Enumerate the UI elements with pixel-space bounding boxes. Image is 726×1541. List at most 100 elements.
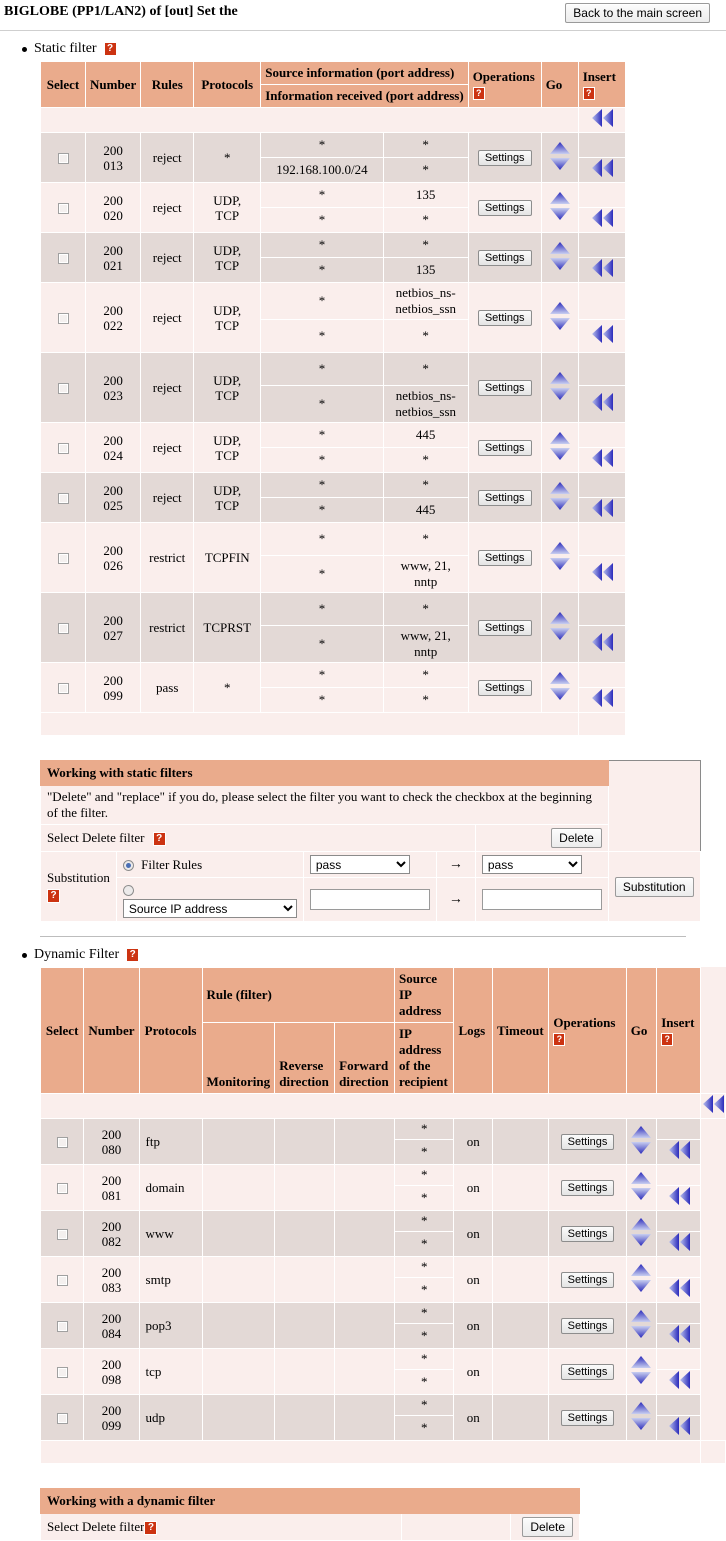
row-operations-cell[interactable]: Settings: [548, 1118, 627, 1165]
row-insert-cell[interactable]: [577, 157, 626, 183]
row-select-checkbox[interactable]: [57, 203, 69, 215]
filter-rules-radio[interactable]: [122, 860, 134, 872]
row-go-cell[interactable]: [540, 182, 579, 233]
settings-button[interactable]: Settings: [560, 1410, 615, 1426]
row-insert-cell[interactable]: [656, 1231, 701, 1257]
row-go-cell[interactable]: [625, 1164, 658, 1211]
rule-to-select[interactable]: passrejectrestrict: [481, 855, 582, 874]
row-go-cell[interactable]: [625, 1210, 658, 1257]
row-operations-cell[interactable]: Settings: [548, 1256, 627, 1303]
row-insert-cell[interactable]: [577, 555, 626, 593]
row-select-cell[interactable]: [39, 1302, 85, 1349]
settings-button[interactable]: Settings: [477, 310, 532, 326]
help-icon[interactable]: ?: [582, 87, 595, 101]
row-select-checkbox[interactable]: [56, 1321, 68, 1333]
row-operations-cell[interactable]: Settings: [548, 1348, 627, 1395]
row-insert-cell[interactable]: [656, 1185, 701, 1211]
row-select-checkbox[interactable]: [57, 313, 69, 325]
settings-button[interactable]: Settings: [477, 680, 532, 696]
row-select-checkbox[interactable]: [57, 153, 69, 165]
help-icon[interactable]: ?: [103, 42, 117, 56]
rule-from-select[interactable]: passrejectrestrict: [309, 855, 410, 874]
row-select-cell[interactable]: [39, 1118, 85, 1165]
row-go-cell[interactable]: [625, 1118, 658, 1165]
row-operations-cell[interactable]: Settings: [548, 1302, 627, 1349]
row-insert-cell[interactable]: [656, 1369, 701, 1395]
row-select-cell[interactable]: [40, 472, 86, 523]
row-insert-cell[interactable]: [656, 1323, 701, 1349]
settings-button[interactable]: Settings: [560, 1318, 615, 1334]
value-from-input[interactable]: [309, 889, 430, 910]
row-operations-cell[interactable]: Settings: [467, 472, 542, 523]
row-go-cell[interactable]: [540, 592, 579, 663]
insert-row-arrow-cell[interactable]: [577, 107, 626, 133]
row-select-checkbox[interactable]: [57, 683, 69, 695]
help-icon[interactable]: ?: [661, 1033, 674, 1047]
row-go-cell[interactable]: [540, 132, 579, 183]
row-select-cell[interactable]: [40, 282, 86, 353]
row-operations-cell[interactable]: Settings: [467, 352, 542, 423]
help-icon[interactable]: ?: [553, 1033, 566, 1047]
row-select-checkbox[interactable]: [57, 253, 69, 265]
row-select-checkbox[interactable]: [57, 553, 69, 565]
settings-button[interactable]: Settings: [477, 200, 532, 216]
delete-dynamic-button[interactable]: Delete: [522, 1517, 573, 1537]
field-select[interactable]: Source IP addressDestination IP addressP…: [122, 899, 297, 918]
row-select-cell[interactable]: [40, 662, 86, 713]
row-select-checkbox[interactable]: [57, 443, 69, 455]
row-select-cell[interactable]: [39, 1164, 85, 1211]
row-select-cell[interactable]: [39, 1256, 85, 1303]
row-select-checkbox[interactable]: [56, 1229, 68, 1241]
row-operations-cell[interactable]: Settings: [467, 662, 542, 713]
row-operations-cell[interactable]: Settings: [548, 1164, 627, 1211]
settings-button[interactable]: Settings: [477, 550, 532, 566]
insert-row-arrow-cell[interactable]: [700, 1093, 726, 1119]
row-insert-cell[interactable]: [656, 1277, 701, 1303]
row-operations-cell[interactable]: Settings: [548, 1210, 627, 1257]
row-go-cell[interactable]: [625, 1394, 658, 1441]
row-select-checkbox[interactable]: [57, 493, 69, 505]
settings-button[interactable]: Settings: [477, 150, 532, 166]
row-go-cell[interactable]: [540, 282, 579, 353]
settings-button[interactable]: Settings: [560, 1226, 615, 1242]
row-insert-cell[interactable]: [577, 687, 626, 713]
row-select-checkbox[interactable]: [56, 1137, 68, 1149]
row-insert-cell[interactable]: [656, 1415, 701, 1441]
row-go-cell[interactable]: [540, 472, 579, 523]
row-insert-cell[interactable]: [577, 447, 626, 473]
row-insert-cell[interactable]: [577, 625, 626, 663]
help-icon[interactable]: ?: [126, 948, 140, 962]
row-operations-cell[interactable]: Settings: [467, 422, 542, 473]
row-insert-cell[interactable]: [656, 1139, 701, 1165]
row-select-cell[interactable]: [40, 232, 86, 283]
row-go-cell[interactable]: [540, 232, 579, 283]
row-operations-cell[interactable]: Settings: [467, 182, 542, 233]
row-go-cell[interactable]: [625, 1256, 658, 1303]
row-insert-cell[interactable]: [577, 497, 626, 523]
row-select-cell[interactable]: [40, 352, 86, 423]
settings-button[interactable]: Settings: [477, 490, 532, 506]
settings-button[interactable]: Settings: [560, 1134, 615, 1150]
settings-button[interactable]: Settings: [560, 1272, 615, 1288]
value-to-input[interactable]: [481, 889, 602, 910]
row-select-cell[interactable]: [40, 522, 86, 593]
row-select-cell[interactable]: [40, 422, 86, 473]
row-insert-cell[interactable]: [577, 257, 626, 283]
row-operations-cell[interactable]: Settings: [467, 282, 542, 353]
row-select-cell[interactable]: [39, 1394, 85, 1441]
settings-button[interactable]: Settings: [477, 250, 532, 266]
row-insert-cell[interactable]: [577, 319, 626, 353]
settings-button[interactable]: Settings: [477, 440, 532, 456]
settings-button[interactable]: Settings: [560, 1180, 615, 1196]
row-operations-cell[interactable]: Settings: [467, 592, 542, 663]
settings-button[interactable]: Settings: [477, 380, 532, 396]
row-go-cell[interactable]: [625, 1348, 658, 1395]
row-go-cell[interactable]: [540, 422, 579, 473]
row-insert-cell[interactable]: [577, 385, 626, 423]
settings-button[interactable]: Settings: [477, 620, 532, 636]
back-to-main-screen-button[interactable]: Back to the main screen: [565, 3, 710, 23]
row-go-cell[interactable]: [540, 352, 579, 423]
help-icon[interactable]: ?: [152, 832, 166, 846]
substitution-button[interactable]: Substitution: [614, 876, 694, 897]
row-select-cell[interactable]: [40, 132, 86, 183]
